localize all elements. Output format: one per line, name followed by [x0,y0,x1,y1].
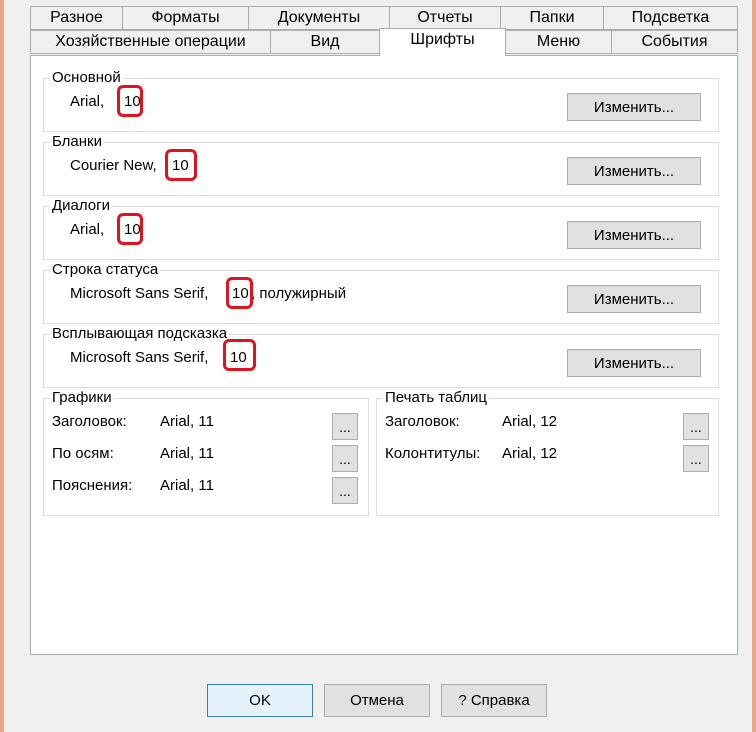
charts-title: Графики [50,389,114,407]
tab-business-operations[interactable]: Хозяйственные операции [30,30,271,54]
tooltip-font-title: Всплывающая подсказка [50,325,230,343]
fonts-panel: Основной Arial, 10 Изменить... Бланки Co… [30,55,738,655]
window-frame-right [752,0,756,732]
main-size-highlight [117,85,143,117]
tab-misc[interactable]: Разное [30,6,123,30]
tab-view[interactable]: Вид [270,30,380,54]
tab-documents[interactable]: Документы [248,6,390,30]
statusbar-font-name: Microsoft Sans Serif, [70,285,209,302]
charts-group: Графики Заголовок: Arial, 11 ... По осям… [43,389,369,516]
dialogs-font-group: Диалоги Arial, 10 Изменить... [43,197,719,260]
tab-menu[interactable]: Меню [505,30,612,54]
tab-events[interactable]: События [611,30,738,54]
print-footer-value: Arial, 12 [502,445,558,462]
print-footer-label: Колонтитулы: [385,445,481,462]
dialogs-font-title: Диалоги [50,197,112,215]
charts-notes-font-button[interactable]: ... [332,477,358,504]
cancel-button[interactable]: Отмена [324,684,430,717]
main-font-title: Основной [50,69,123,87]
tab-formats[interactable]: Форматы [122,6,249,30]
dialogs-font-name: Arial, [70,221,105,238]
print-tables-title: Печать таблиц [383,389,489,407]
charts-axes-label: По осям: [52,445,114,462]
window-frame-left [0,0,4,732]
tooltip-font-group: Всплывающая подсказка Microsoft Sans Ser… [43,325,719,388]
tab-highlight[interactable]: Подсветка [603,6,738,30]
charts-notes-value: Arial, 11 [160,477,214,494]
change-forms-font-button[interactable]: Изменить... [567,157,701,185]
charts-title-font-button[interactable]: ... [332,413,358,440]
statusbar-font-style: , полужирный [251,285,347,302]
change-statusbar-font-button[interactable]: Изменить... [567,285,701,313]
ok-button[interactable]: OK [207,684,313,717]
print-header-label: Заголовок: [385,413,460,430]
charts-notes-label: Пояснения: [52,477,133,494]
change-tooltip-font-button[interactable]: Изменить... [567,349,701,377]
charts-axes-font-button[interactable]: ... [332,445,358,472]
tab-reports[interactable]: Отчеты [389,6,501,30]
print-tables-group: Печать таблиц Заголовок: Arial, 12 ... К… [376,389,719,516]
forms-font-name: Courier New, [70,157,157,174]
tab-folders[interactable]: Папки [500,6,604,30]
tooltip-font-name: Microsoft Sans Serif, [70,349,209,366]
tooltip-size-highlight [223,339,256,371]
help-button[interactable]: ? Справка [441,684,547,717]
tab-fonts[interactable]: Шрифты [379,28,506,56]
charts-axes-value: Arial, 11 [160,445,214,462]
change-main-font-button[interactable]: Изменить... [567,93,701,121]
charts-title-value: Arial, 11 [160,413,214,430]
print-footer-font-button[interactable]: ... [683,445,709,472]
charts-title-label: Заголовок: [52,413,127,430]
print-header-value: Arial, 12 [502,413,558,430]
statusbar-font-group: Строка статуса Microsoft Sans Serif, 10 … [43,261,719,324]
statusbar-font-title: Строка статуса [50,261,161,279]
change-dialogs-font-button[interactable]: Изменить... [567,221,701,249]
dialogs-size-highlight [117,213,143,245]
forms-size-highlight [165,149,197,181]
main-font-group: Основной Arial, 10 Изменить... [43,69,719,132]
main-font-name: Arial, [70,93,105,110]
forms-font-group: Бланки Courier New, 10 Изменить... [43,133,719,196]
forms-font-title: Бланки [50,133,104,151]
print-header-font-button[interactable]: ... [683,413,709,440]
statusbar-size-highlight [226,277,253,309]
